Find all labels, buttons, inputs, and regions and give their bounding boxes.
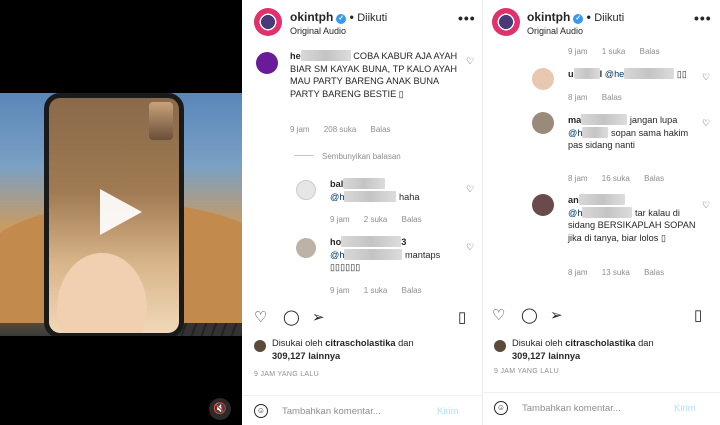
post-panel-1: okintph ✓ • Diikuti Original Audio ••• he… [242,0,483,425]
more-icon[interactable]: ••• [694,10,712,26]
video-frame[interactable] [0,93,242,336]
heart-icon[interactable]: ♡ [702,118,710,129]
post-header: okintph ✓ • Diikuti Original Audio ••• [484,0,720,44]
comment-meta: 9 jam 1 suka Balas [568,47,660,56]
more-icon[interactable]: ••• [458,10,476,26]
reply-meta: 9 jam 1 suka Balas [330,286,422,295]
heart-icon[interactable]: ♡ [254,308,267,326]
comment-icon[interactable]: ◯ [521,306,538,324]
comment-composer: ☺ Tambahkan komentar... Kirim [484,392,720,422]
avatar[interactable] [494,340,506,352]
comment-input[interactable]: Tambahkan komentar... [522,403,621,414]
comment-composer: ☺ Tambahkan komentar... Kirim [242,395,482,425]
avatar[interactable] [532,112,554,134]
follow-status[interactable]: Diikuti [357,12,387,24]
post-header: okintph ✓ • Diikuti Original Audio ••• [242,0,482,44]
bookmark-icon[interactable]: ▯ [694,306,702,324]
action-bar: ♡ ◯ ➢ ▯ [484,306,720,330]
audio-label[interactable]: Original Audio [527,26,583,36]
reply-text: an @h tar kalau di sidang BERSIKAPLAH SO… [568,194,696,243]
reply-meta: 8 jam 13 suka Balas [568,268,665,277]
share-icon[interactable]: ➢ [312,308,325,326]
reply-meta: 8 jam Balas [568,93,622,102]
mute-icon[interactable]: 🔇 [209,398,231,420]
audio-label[interactable]: Original Audio [290,26,346,36]
heart-icon[interactable]: ♡ [466,184,474,195]
likes-summary: Disukai oleh citrascholastika dan 309,12… [512,338,654,361]
reply-text: ma jangan lupa @h sopan sama hakim pas s… [568,114,689,150]
video-panel[interactable]: 🔇 [0,0,242,425]
reply-meta: 9 jam 2 suka Balas [330,215,422,224]
bookmark-icon[interactable]: ▯ [458,308,466,326]
comment-input[interactable]: Tambahkan komentar... [282,406,381,417]
avatar[interactable] [296,238,316,258]
comment-meta: 9 jam 208 suka Balas [290,125,391,134]
verified-icon: ✓ [573,14,584,24]
avatar[interactable] [492,8,520,36]
share-icon[interactable]: ➢ [550,306,563,324]
redacted-username [300,50,351,61]
avatar[interactable] [256,52,278,74]
send-button[interactable]: Kirim [437,406,459,417]
verified-icon: ✓ [336,14,347,24]
action-bar: ♡ ◯ ➢ ▯ [242,308,482,332]
video-call-pip [149,102,173,140]
likes-summary: Disukai oleh citrascholastika dan 309,12… [272,338,414,361]
heart-icon[interactable]: ♡ [702,72,710,83]
heart-icon[interactable]: ♡ [466,56,474,67]
post-time: 9 JAM YANG LALU [254,371,319,378]
comment-text: he COBA KABUR AJA AYAH BIAR SM KAYAK BUN… [290,50,458,99]
avatar[interactable] [532,68,554,90]
emoji-icon[interactable]: ☺ [254,404,268,418]
reply-text: bal @h haha [330,178,420,202]
follow-status[interactable]: Diikuti [594,12,624,24]
post-time: 9 JAM YANG LALU [494,368,559,375]
heart-icon[interactable]: ♡ [492,306,505,324]
username[interactable]: okintph ✓ • Diikuti [290,10,387,24]
emoji-icon[interactable]: ☺ [494,401,508,415]
send-button[interactable]: Kirim [674,403,696,414]
post-panel-2: okintph ✓ • Diikuti Original Audio ••• 9 … [484,0,720,425]
play-icon[interactable] [100,189,142,235]
avatar[interactable] [296,180,316,200]
avatar[interactable] [254,340,266,352]
username[interactable]: okintph ✓ • Diikuti [527,10,624,24]
instagram-collage: 🔇 okintph ✓ • Diikuti Original Audio ••• … [0,0,720,425]
reply-text: ho 3 @h mantaps ▯▯▯▯▯▯ [330,236,441,272]
avatar[interactable] [254,8,282,36]
reply-meta: 8 jam 16 suka Balas [568,174,665,183]
comment-icon[interactable]: ◯ [283,308,300,326]
heart-icon[interactable]: ♡ [466,242,474,253]
avatar[interactable] [532,194,554,216]
hide-replies-link[interactable]: Sembunyikan balasan [294,152,401,161]
heart-icon[interactable]: ♡ [702,200,710,211]
reply-text: ul @he ▯▯ [568,68,687,79]
